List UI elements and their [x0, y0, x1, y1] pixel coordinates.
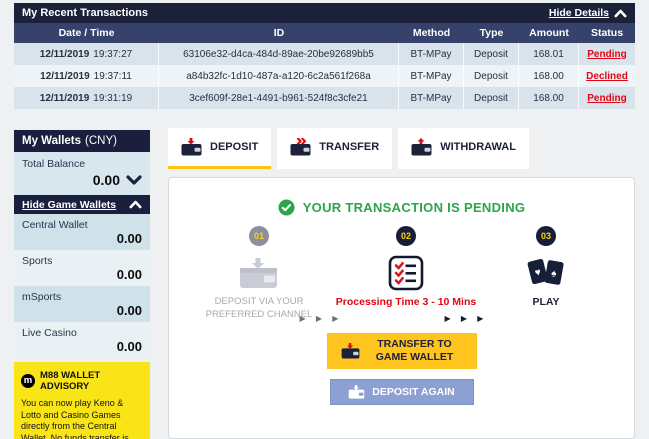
- col-type: Type: [464, 27, 519, 39]
- status-link[interactable]: Pending: [587, 93, 626, 104]
- chevron-up-icon: [129, 200, 142, 209]
- table-row: 12/11/201919:37:27 63106e32-d4ca-484d-89…: [14, 43, 635, 65]
- wallet-label: mSports: [22, 291, 142, 303]
- deposit-status-panel: YOUR TRANSACTION IS PENDING 01 DEPOSIT V…: [168, 177, 635, 439]
- hide-details-label: Hide Details: [549, 7, 609, 19]
- status-link[interactable]: Pending: [587, 49, 626, 60]
- hide-game-wallets-label: Hide Game Wallets: [22, 199, 116, 211]
- cell-amount: 168.01: [519, 43, 579, 65]
- cell-amount: 168.00: [519, 65, 579, 87]
- list-item: Sports 0.00: [14, 250, 150, 286]
- col-id: ID: [159, 27, 399, 39]
- wallet-value: 0.00: [22, 339, 142, 354]
- transactions-header: My Recent Transactions Hide Details: [14, 3, 635, 23]
- step-deposit-channel: 01 DEPOSIT VIA YOUR PREFERRED CHANNEL: [184, 226, 334, 322]
- wallet-transfer-icon: [290, 138, 311, 156]
- cell-date-time: 12/11/201919:37:11: [14, 65, 159, 87]
- hide-game-wallets-toggle[interactable]: Hide Game Wallets: [14, 195, 150, 214]
- wallets-title: My Wallets: [22, 135, 81, 147]
- wallet-value: 0.00: [22, 267, 142, 282]
- cell-transaction-id: 3cef609f-28e1-4491-b961-524f8c3cfe21: [159, 87, 399, 109]
- step-play: 03 ♥ ♠ PLAY: [476, 226, 616, 308]
- col-amount: Amount: [519, 27, 579, 39]
- wallet-deposit-icon: [181, 138, 202, 156]
- table-row: 12/11/201919:37:11 a84b32fc-1d10-487a-a1…: [14, 65, 635, 87]
- list-item: Live Casino 0.00: [14, 322, 150, 358]
- tab-deposit[interactable]: DEPOSIT: [168, 128, 271, 169]
- cell-method: BT-MPay: [399, 87, 464, 109]
- table-row: 12/11/201919:31:19 3cef609f-28e1-4491-b9…: [14, 87, 635, 109]
- transaction-status-message: YOUR TRANSACTION IS PENDING: [169, 199, 634, 216]
- wallet-gray-icon: [239, 258, 279, 289]
- tab-label: TRANSFER: [319, 141, 379, 153]
- wallet-label: Central Wallet: [22, 219, 142, 231]
- wallet-label: Sports: [22, 255, 142, 267]
- list-item: Central Wallet 0.00: [14, 214, 150, 250]
- wallet-tabs: DEPOSIT TRANSFER WITHDRAWAL: [168, 128, 529, 169]
- recent-transactions-section: My Recent Transactions Hide Details Date…: [14, 3, 635, 109]
- transactions-column-headers: Date / Time ID Method Type Amount Status: [14, 23, 635, 43]
- action-buttons: TRANSFER TO GAME WALLET DEPOSIT AGAIN: [169, 333, 634, 405]
- cell-status: Pending: [579, 43, 635, 65]
- wallet-label: Live Casino: [22, 327, 142, 339]
- wallets-sidebar: My Wallets (CNY) Total Balance 0.00 Hide…: [14, 130, 150, 439]
- cell-transaction-id: 63106e32-d4ca-484d-89ae-20be92689bb5: [159, 43, 399, 65]
- wallet-advisory-box: m M88 WALLET ADVISORY You can now play K…: [14, 362, 150, 439]
- cell-status: Pending: [579, 87, 635, 109]
- wallets-header: My Wallets (CNY): [14, 130, 150, 152]
- tab-transfer[interactable]: TRANSFER: [277, 128, 392, 169]
- button-label: TRANSFER TO GAME WALLET: [367, 338, 463, 364]
- advisory-title: M88 WALLET ADVISORY: [40, 370, 143, 392]
- button-label: DEPOSIT AGAIN: [372, 386, 454, 398]
- playing-cards-icon: ♥ ♠: [524, 255, 568, 291]
- tab-label: DEPOSIT: [210, 141, 258, 153]
- step-label: Processing Time 3 - 10 Mins: [331, 296, 481, 308]
- cell-type: Deposit: [464, 65, 519, 87]
- advisory-body: You can now play Keno & Lotto and Casino…: [21, 398, 143, 439]
- deposit-again-button[interactable]: DEPOSIT AGAIN: [330, 379, 474, 405]
- check-circle-icon: [278, 199, 295, 216]
- status-link[interactable]: Declined: [586, 71, 628, 82]
- cell-date-time: 12/11/201919:37:27: [14, 43, 159, 65]
- transactions-title: My Recent Transactions: [22, 7, 148, 19]
- step-arrows: ▶ ▶ ▶: [291, 314, 351, 323]
- step-processing: 02 Processing Time 3 - 10 Mins: [331, 226, 481, 308]
- wallet-withdrawal-icon: [411, 138, 432, 156]
- wallet-value: 0.00: [22, 303, 142, 318]
- chevron-up-icon: [614, 9, 627, 18]
- cell-status: Declined: [579, 65, 635, 87]
- total-balance-value: 0.00: [93, 172, 120, 188]
- status-text: YOUR TRANSACTION IS PENDING: [303, 200, 526, 215]
- total-balance-label: Total Balance: [22, 158, 142, 170]
- chevron-down-icon[interactable]: [126, 175, 142, 185]
- step-label: PLAY: [476, 296, 616, 308]
- col-date-time: Date / Time: [14, 27, 159, 39]
- cell-amount: 168.00: [519, 87, 579, 109]
- cell-method: BT-MPay: [399, 43, 464, 65]
- tab-withdrawal[interactable]: WITHDRAWAL: [398, 128, 529, 169]
- wallet-icon: [348, 385, 365, 399]
- tab-label: WITHDRAWAL: [440, 141, 516, 153]
- col-status: Status: [579, 27, 635, 39]
- cell-method: BT-MPay: [399, 65, 464, 87]
- hide-details-link[interactable]: Hide Details: [549, 7, 627, 19]
- wallets-currency: (CNY): [85, 135, 117, 147]
- step-arrows: ▶ ▶ ▶: [436, 314, 496, 323]
- wallet-page: My Recent Transactions Hide Details Date…: [0, 0, 649, 439]
- total-balance-section: Total Balance 0.00: [14, 152, 150, 195]
- cell-transaction-id: a84b32fc-1d10-487a-a120-6c2a561f268a: [159, 65, 399, 87]
- step-number: 03: [536, 226, 556, 246]
- cell-date-time: 12/11/201919:31:19: [14, 87, 159, 109]
- step-number: 02: [396, 226, 416, 246]
- m88-logo-icon: m: [21, 374, 35, 388]
- wallet-value: 0.00: [22, 231, 142, 246]
- step-number: 01: [249, 226, 269, 246]
- cell-type: Deposit: [464, 87, 519, 109]
- checklist-icon: [388, 255, 424, 291]
- transfer-to-game-wallet-button[interactable]: TRANSFER TO GAME WALLET: [327, 333, 477, 369]
- col-method: Method: [399, 27, 464, 39]
- cell-type: Deposit: [464, 43, 519, 65]
- wallet-icon: [341, 343, 360, 359]
- list-item: mSports 0.00: [14, 286, 150, 322]
